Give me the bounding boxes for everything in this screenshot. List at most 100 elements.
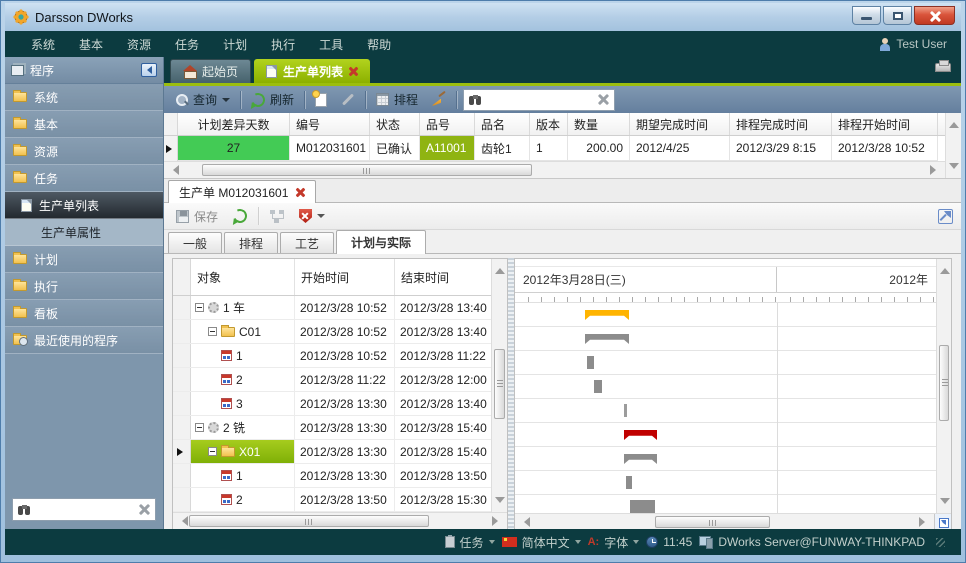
plan-row-3[interactable]: 22012/3/28 11:222012/3/28 12:00 — [173, 368, 491, 392]
clean-button[interactable] — [428, 91, 450, 109]
user-badge[interactable]: Test User — [879, 37, 947, 51]
scroll-down-icon[interactable] — [949, 163, 959, 174]
orders-col-header-0[interactable]: 计划差异天数 — [178, 113, 290, 135]
sidebar-search-input[interactable] — [36, 503, 134, 517]
orders-data-row[interactable]: 27M012031601已确认A11001齿轮11200.002012/4/25… — [164, 136, 945, 161]
plan-row-0[interactable]: 1 车2012/3/28 10:522012/3/28 13:40 — [173, 296, 491, 320]
orders-vscrollbar[interactable] — [945, 113, 961, 178]
plan-hscrollbar[interactable] — [173, 512, 507, 529]
validate-button[interactable] — [295, 207, 329, 225]
close-button[interactable] — [914, 6, 955, 25]
scroll-down-icon[interactable] — [940, 498, 950, 509]
scroll-left-icon[interactable] — [177, 516, 188, 526]
orders-col-header-4[interactable]: 品名 — [475, 113, 530, 135]
sidebar-item-7[interactable]: 执行 — [5, 273, 163, 300]
status-language-menu[interactable]: 简体中文 — [502, 534, 581, 551]
orders-col-header-6[interactable]: 数量 — [568, 113, 630, 135]
orders-col-header-3[interactable]: 品号 — [420, 113, 475, 135]
sidebar-item-2[interactable]: 资源 — [5, 138, 163, 165]
schedule-button[interactable]: 排程 — [372, 89, 422, 110]
menu-item-1[interactable]: 基本 — [67, 32, 115, 57]
status-task-menu[interactable]: 任务 — [445, 534, 495, 551]
orders-col-header-7[interactable]: 期望完成时间 — [630, 113, 730, 135]
menu-item-5[interactable]: 执行 — [259, 32, 307, 57]
query-button[interactable]: 查询 — [172, 89, 234, 110]
sidebar-item-3[interactable]: 任务 — [5, 165, 163, 192]
plan-row-5[interactable]: 2 铣2012/3/28 13:302012/3/28 15:40 — [173, 416, 491, 440]
orders-col-header-2[interactable]: 状态 — [370, 113, 420, 135]
menu-item-7[interactable]: 帮助 — [355, 32, 403, 57]
orders-col-header-5[interactable]: 版本 — [530, 113, 568, 135]
hierarchy-button[interactable] — [266, 208, 288, 225]
minimize-button[interactable] — [852, 6, 881, 25]
printer-icon[interactable] — [935, 63, 951, 72]
edit-button[interactable] — [337, 96, 359, 103]
sidebar-item-1[interactable]: 基本 — [5, 111, 163, 138]
gantt-bar-8[interactable] — [630, 500, 655, 513]
sidebar-item-4[interactable]: 生产单列表 — [5, 192, 163, 219]
plan-row-2[interactable]: 12012/3/28 10:522012/3/28 11:22 — [173, 344, 491, 368]
plan-row-7[interactable]: 12012/3/28 13:302012/3/28 13:50 — [173, 464, 491, 488]
orders-hscrollbar[interactable] — [164, 161, 945, 178]
scroll-left-icon[interactable] — [519, 517, 530, 527]
sidebar-item-0[interactable]: 系统 — [5, 84, 163, 111]
orders-col-header-8[interactable]: 排程完成时间 — [730, 113, 832, 135]
save-button[interactable]: 保存 — [172, 206, 222, 227]
scroll-left-icon[interactable] — [168, 165, 179, 175]
menu-item-2[interactable]: 资源 — [115, 32, 163, 57]
tab-order-list[interactable]: 生产单列表 — [254, 59, 370, 83]
resize-grip-icon[interactable] — [936, 538, 945, 547]
subtab-3[interactable]: 计划与实际 — [336, 230, 426, 254]
tab-home[interactable]: 起始页 — [170, 59, 251, 83]
scroll-up-icon[interactable] — [940, 263, 950, 274]
scroll-up-icon[interactable] — [949, 117, 959, 128]
scroll-thumb[interactable] — [189, 515, 429, 527]
subtab-0[interactable]: 一般 — [168, 232, 222, 253]
scroll-up-icon[interactable] — [495, 263, 505, 274]
plan-row-8[interactable]: 22012/3/28 13:502012/3/28 15:30 — [173, 488, 491, 512]
scroll-down-icon[interactable] — [495, 497, 505, 508]
plan-vscrollbar[interactable] — [491, 259, 507, 512]
menu-item-6[interactable]: 工具 — [307, 32, 355, 57]
gantt-bar-3[interactable] — [594, 380, 602, 393]
sidebar-collapse-button[interactable] — [141, 63, 157, 77]
scroll-right-icon[interactable] — [492, 516, 503, 526]
gantt-expand-icon[interactable] — [934, 514, 951, 529]
menu-item-4[interactable]: 计划 — [211, 32, 259, 57]
tab-close-icon[interactable] — [349, 67, 358, 76]
tab-close-icon[interactable] — [296, 188, 305, 197]
sidebar-item-8[interactable]: 看板 — [5, 300, 163, 327]
orders-col-header-9[interactable]: 排程开始时间 — [832, 113, 938, 135]
gantt-hscrollbar[interactable] — [515, 514, 934, 530]
menu-item-0[interactable]: 系统 — [19, 32, 67, 57]
plan-row-4[interactable]: 32012/3/28 13:302012/3/28 13:40 — [173, 392, 491, 416]
plan-col-header-1[interactable]: 开始时间 — [295, 259, 395, 295]
refresh-button[interactable]: 刷新 — [247, 89, 298, 110]
status-font-menu[interactable]: A: 字体 — [588, 534, 640, 551]
refresh-detail-button[interactable] — [229, 207, 251, 225]
plan-row-1[interactable]: C012012/3/28 10:522012/3/28 13:40 — [173, 320, 491, 344]
menu-item-3[interactable]: 任务 — [163, 32, 211, 57]
scroll-thumb[interactable] — [655, 516, 770, 528]
scroll-right-icon[interactable] — [919, 517, 930, 527]
clear-icon[interactable] — [598, 94, 609, 105]
plan-col-header-2[interactable]: 结束时间 — [395, 259, 495, 295]
subtab-2[interactable]: 工艺 — [280, 232, 334, 253]
scroll-thumb[interactable] — [494, 349, 505, 419]
sidebar-item-6[interactable]: 计划 — [5, 246, 163, 273]
sidebar-item-9[interactable]: 最近使用的程序 — [5, 327, 163, 354]
tab-order-detail[interactable]: 生产单 M012031601 — [168, 180, 316, 203]
toolbar-search-input[interactable] — [487, 93, 593, 107]
new-button[interactable] — [311, 91, 331, 109]
clear-icon[interactable] — [139, 504, 150, 515]
scroll-thumb[interactable] — [939, 345, 949, 421]
gantt-bar-2[interactable] — [587, 356, 594, 369]
gantt-vscrollbar[interactable] — [936, 259, 951, 513]
open-external-icon[interactable] — [938, 209, 953, 224]
subtab-1[interactable]: 排程 — [224, 232, 278, 253]
tree-expander-icon[interactable] — [208, 447, 217, 456]
maximize-button[interactable] — [883, 6, 912, 25]
plan-row-6[interactable]: X012012/3/28 13:302012/3/28 15:40 — [173, 440, 491, 464]
tree-expander-icon[interactable] — [195, 303, 204, 312]
plan-col-header-0[interactable]: 对象 — [191, 259, 295, 295]
